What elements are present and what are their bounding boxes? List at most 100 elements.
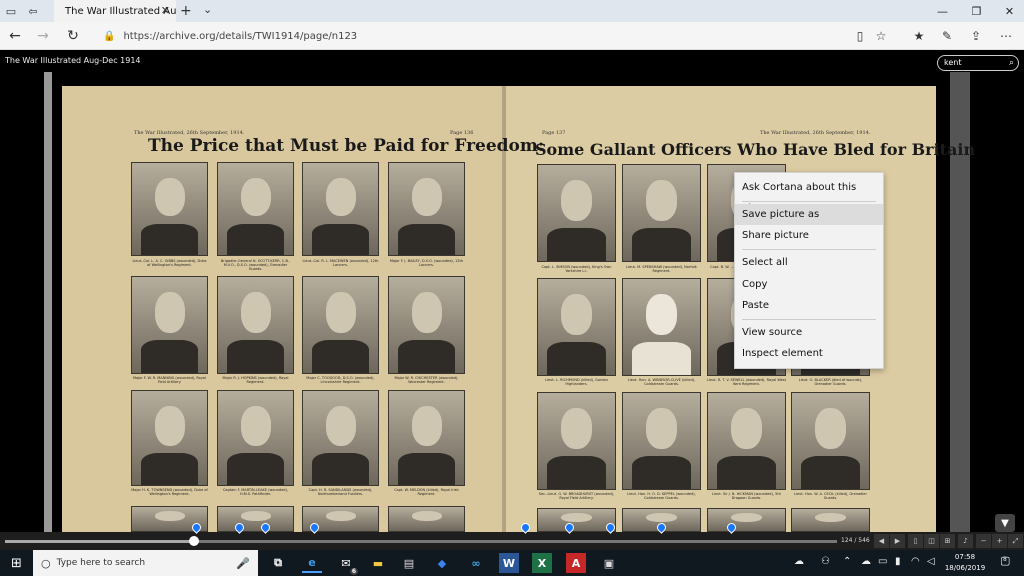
- portrait-photo[interactable]: [302, 276, 379, 374]
- browser-tab[interactable]: The War Illustrated Aug ✕: [54, 0, 176, 22]
- more-menu-icon[interactable]: ⋯: [996, 26, 1016, 46]
- mail-app-icon[interactable]: ✉ 6: [336, 553, 358, 575]
- store-icon[interactable]: ▤: [399, 553, 419, 573]
- ask-cortana-menu-item[interactable]: Ask Cortana about this picture: [735, 177, 883, 214]
- portrait-photo[interactable]: [217, 276, 294, 374]
- toggle-toolbar-chevron-icon[interactable]: ▼: [995, 514, 1015, 532]
- onedrive-icon[interactable]: ☁: [861, 556, 871, 567]
- zoom-in-icon[interactable]: +: [992, 534, 1007, 548]
- select-all-menu-item[interactable]: Select all: [735, 252, 883, 273]
- close-window-button[interactable]: ✕: [993, 0, 1024, 22]
- inspect-element-menu-item[interactable]: Inspect element: [735, 343, 883, 364]
- paste-menu-item[interactable]: Paste: [735, 295, 883, 316]
- excel-icon[interactable]: X: [532, 553, 552, 573]
- taskbar-clock[interactable]: 07:58 18/06/2019: [944, 552, 986, 574]
- portrait-photo[interactable]: [302, 162, 379, 256]
- portrait-photo[interactable]: [791, 508, 870, 532]
- portrait-photo[interactable]: [388, 390, 465, 486]
- portrait-caption: Capt. H. R. SANDILANDS (wounded), Northu…: [308, 488, 373, 496]
- people-icon[interactable]: ⚇: [821, 556, 830, 567]
- portrait-photo[interactable]: [791, 392, 870, 490]
- set-aside-tabs-icon[interactable]: ⇦: [22, 0, 44, 22]
- tab-preview-icon[interactable]: ▭: [0, 0, 22, 22]
- view-source-menu-item[interactable]: View source: [735, 322, 883, 343]
- portrait-photo[interactable]: [217, 162, 294, 256]
- address-field[interactable]: 🔒 https://archive.org/details/TWI1914/pa…: [93, 26, 893, 46]
- portrait-photo[interactable]: [388, 276, 465, 374]
- portrait-photo[interactable]: [217, 506, 294, 532]
- copy-menu-item[interactable]: Copy: [735, 274, 883, 295]
- portrait-caption: Lieut.-Col. R. L. MACEWEN (wounded), 12t…: [302, 259, 379, 267]
- portrait-photo[interactable]: [707, 392, 786, 490]
- url-text: https://archive.org/details/TWI1914/page…: [123, 30, 358, 42]
- taskbar-search-box[interactable]: ○ Type here to search 🎤: [33, 550, 258, 576]
- refresh-button[interactable]: ↻: [62, 25, 84, 47]
- portrait-photo[interactable]: [622, 164, 701, 262]
- right-page-header: The War Illustrated, 26th September, 191…: [760, 130, 871, 136]
- portrait-photo[interactable]: [537, 392, 616, 490]
- action-center-icon[interactable]: ▢ 8: [1000, 554, 1010, 567]
- portrait-photo[interactable]: [131, 390, 208, 486]
- tab-close-icon[interactable]: ✕: [161, 4, 170, 17]
- minimize-button[interactable]: —: [926, 0, 959, 22]
- forward-button[interactable]: →: [32, 25, 54, 47]
- portrait-photo[interactable]: [537, 164, 616, 262]
- portrait-caption: Major W. R. CHICHESTER (wounded), Worces…: [394, 376, 459, 384]
- weather-icon[interactable]: ☁: [794, 556, 804, 567]
- windows-start-icon[interactable]: ⊞: [0, 550, 33, 576]
- menu-separator: [742, 249, 876, 250]
- portrait-photo[interactable]: [537, 278, 616, 376]
- thumbnail-view-icon[interactable]: ⊞: [940, 534, 955, 548]
- display-icon[interactable]: ▭: [878, 556, 887, 567]
- next-page-icon[interactable]: ▶: [890, 534, 905, 548]
- word-icon[interactable]: W: [499, 553, 519, 573]
- edge-browser-icon[interactable]: e: [302, 553, 322, 573]
- read-aloud-icon[interactable]: ♪: [958, 534, 973, 548]
- portrait-photo[interactable]: [302, 390, 379, 486]
- portrait-photo[interactable]: [388, 162, 465, 256]
- new-tab-button[interactable]: +: [180, 3, 192, 19]
- photos-icon[interactable]: ▣: [599, 553, 619, 573]
- volume-icon[interactable]: ◁: [927, 556, 935, 567]
- zoom-out-icon[interactable]: −: [976, 534, 991, 548]
- portrait-photo[interactable]: [622, 278, 701, 376]
- portrait-photo[interactable]: [622, 392, 701, 490]
- search-icon[interactable]: ⌕: [1009, 56, 1014, 70]
- battery-icon[interactable]: ▮: [895, 556, 901, 567]
- two-page-view-icon[interactable]: ◫: [924, 534, 939, 548]
- web-note-icon[interactable]: ✎: [937, 26, 957, 46]
- fullscreen-icon[interactable]: ⤢: [1008, 534, 1023, 548]
- page-count: 124 / 546: [841, 537, 870, 544]
- portrait-photo[interactable]: [217, 390, 294, 486]
- back-button[interactable]: ←: [4, 25, 26, 47]
- one-page-view-icon[interactable]: ▯: [908, 534, 923, 548]
- book-search-input[interactable]: kent ⌕: [937, 55, 1019, 71]
- previous-page-icon[interactable]: ◀: [874, 534, 889, 548]
- file-explorer-icon[interactable]: ▬: [368, 553, 388, 573]
- portrait-photo[interactable]: [537, 508, 616, 532]
- show-hidden-icons-icon[interactable]: ⌃: [843, 556, 851, 567]
- reading-view-icon[interactable]: ▯: [850, 26, 870, 46]
- portrait-photo[interactable]: [131, 276, 208, 374]
- tab-list-chevron-icon[interactable]: ⌄: [203, 3, 212, 16]
- restore-button[interactable]: ❐: [960, 0, 993, 22]
- task-view-icon[interactable]: ⧉: [268, 553, 288, 573]
- portrait-caption: Major C. TOOGOOD, D.S.O. (wounded), Linc…: [306, 376, 375, 384]
- favorite-star-icon[interactable]: ☆: [871, 26, 891, 46]
- right-page-number: Page 137: [542, 130, 566, 136]
- wifi-icon[interactable]: ◠: [911, 556, 920, 567]
- share-icon[interactable]: ⇪: [966, 26, 986, 46]
- save-picture-as-menu-item[interactable]: Save picture as: [735, 204, 883, 225]
- microphone-icon[interactable]: 🎤: [236, 557, 250, 570]
- portrait-photo[interactable]: [388, 506, 465, 532]
- book-reader-header: The War Illustrated Aug-Dec 1914 kent ⌕: [0, 50, 1024, 72]
- seek-handle[interactable]: [189, 536, 199, 546]
- pdf-reader-icon[interactable]: A: [566, 553, 586, 573]
- portrait-photo[interactable]: [131, 162, 208, 256]
- share-picture-menu-item[interactable]: Share picture: [735, 225, 883, 246]
- favorites-hub-icon[interactable]: ★: [909, 26, 929, 46]
- infinity-app-icon[interactable]: ∞: [466, 553, 486, 573]
- portrait-photo[interactable]: [707, 508, 786, 532]
- portrait-caption: Major F. J. BAILEY, D.S.O. (wounded), 12…: [389, 259, 464, 267]
- dropbox-icon[interactable]: ◆: [432, 553, 452, 573]
